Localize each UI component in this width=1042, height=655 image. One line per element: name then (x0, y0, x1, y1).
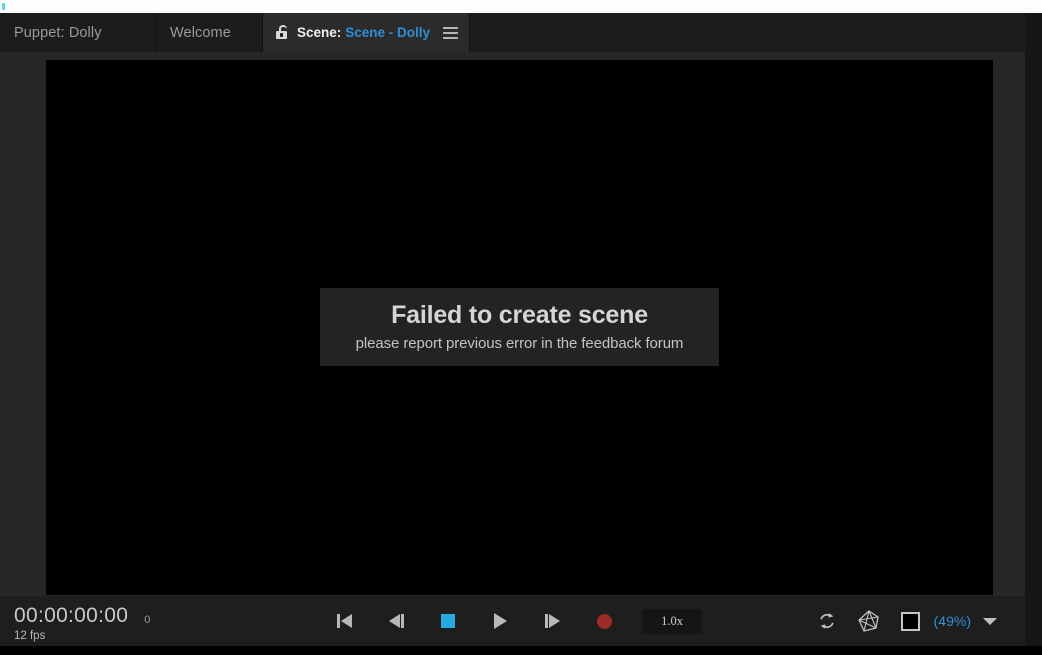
zoom-dropdown-button[interactable] (975, 608, 1005, 634)
wireframe-polyhedron-icon (857, 610, 879, 632)
render-mode-button[interactable] (848, 607, 890, 635)
scene-error-message: Failed to create scene please report pre… (320, 288, 719, 366)
error-title: Failed to create scene (391, 300, 648, 329)
application-window: Puppet: Dolly Welcome Scene: Scene - Dol… (0, 0, 1042, 655)
timecode-display[interactable]: 00:00:00:00 (14, 605, 128, 626)
square-outline-icon (901, 611, 921, 631)
step-back-button[interactable] (370, 607, 422, 635)
zoom-level-label[interactable]: (49%) (934, 613, 971, 629)
top-window-strip (0, 0, 1042, 13)
tab-bar-empty-space (470, 13, 1042, 52)
play-triangle-icon (493, 613, 507, 629)
step-forward-icon (544, 614, 560, 628)
transport-bar: 00:00:00:00 0 12 fps 1.0x (49%) (0, 596, 1025, 646)
top-strip-marker (2, 3, 5, 10)
tab-bar: Puppet: Dolly Welcome Scene: Scene - Dol… (0, 13, 1042, 52)
tab-scene-dolly[interactable]: Scene: Scene - Dolly (263, 13, 471, 52)
bottom-edge-strip (0, 646, 1042, 655)
transport-controls: 1.0x (318, 606, 702, 636)
refresh-button[interactable] (806, 607, 848, 635)
tab-welcome-label: Welcome (170, 24, 231, 41)
step-forward-button[interactable] (526, 607, 578, 635)
step-backward-icon (388, 614, 404, 628)
tab-puppet-dolly-label: Puppet: Dolly (14, 24, 102, 41)
error-subtitle: please report previous error in the feed… (355, 335, 684, 353)
record-button[interactable] (578, 607, 630, 635)
tab-scene-name: Scene - Dolly (345, 25, 431, 40)
stop-button[interactable] (422, 607, 474, 635)
play-button[interactable] (474, 607, 526, 635)
viewport-controls: (49%) (806, 606, 1005, 636)
timecode-block: 00:00:00:00 0 (14, 605, 150, 626)
go-to-start-button[interactable] (318, 607, 370, 635)
tab-welcome[interactable]: Welcome (156, 13, 263, 52)
scene-panel: Failed to create scene please report pre… (0, 52, 1025, 596)
right-edge-gutter (1025, 13, 1042, 655)
open-padlock-icon (275, 25, 288, 40)
skip-to-start-icon (336, 614, 352, 628)
tab-puppet-dolly[interactable]: Puppet: Dolly (0, 13, 156, 52)
record-circle-icon (596, 613, 612, 629)
frame-number-display: 0 (144, 614, 151, 626)
stop-square-icon (441, 614, 455, 628)
caret-down-icon (983, 617, 997, 625)
hamburger-menu-icon[interactable] (443, 26, 459, 39)
refresh-sync-icon (820, 613, 834, 629)
scene-viewport[interactable]: Failed to create scene please report pre… (46, 60, 993, 595)
playback-speed-field[interactable]: 1.0x (642, 608, 702, 634)
fit-frame-button[interactable] (890, 607, 932, 635)
tab-scene-prefix: Scene: (297, 25, 342, 40)
fps-label: 12 fps (14, 630, 46, 642)
